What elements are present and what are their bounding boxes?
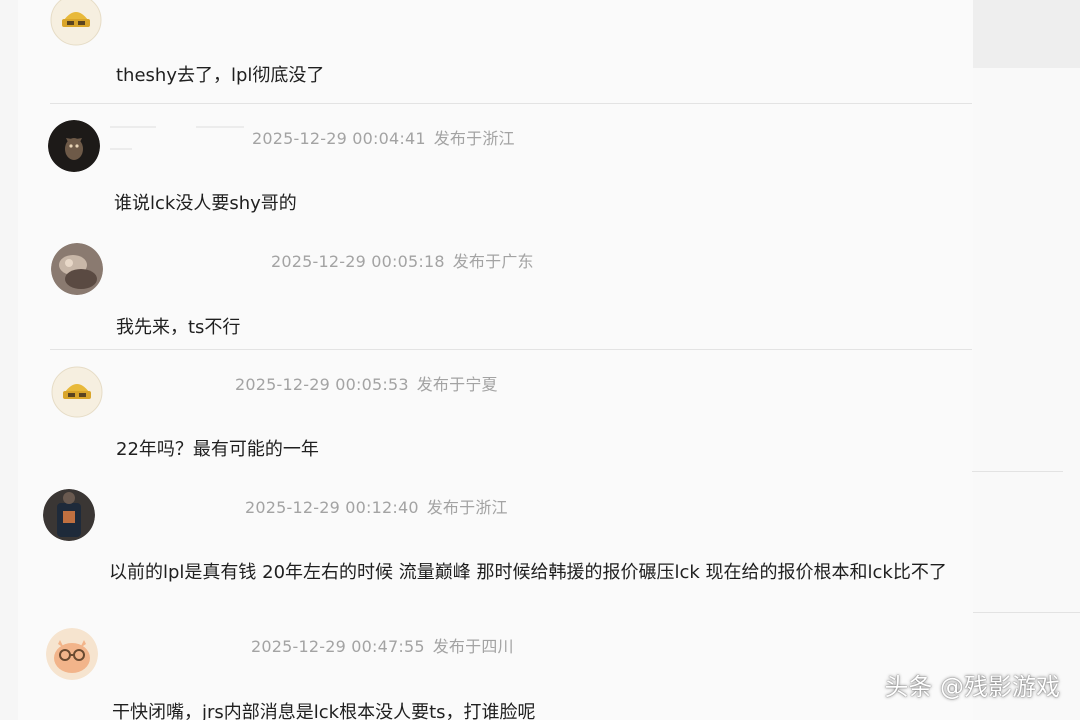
comment-location: 发布于宁夏: [416, 375, 498, 394]
comment-meta: 2025-12-29 00:05:18 发布于广东: [271, 248, 534, 272]
side-block: [973, 0, 1063, 68]
comment-time: 2025-12-29 00:12:40: [245, 498, 419, 517]
photo-avatar-icon[interactable]: [51, 243, 103, 295]
comment-panel: [18, 0, 973, 720]
comment-text: theshy去了，lpl彻底没了: [116, 65, 325, 86]
side-strip: [973, 68, 1080, 720]
comment-location: 发布于浙江: [433, 129, 515, 148]
username-placeholder: [110, 126, 156, 128]
comment-time: 2025-12-29 00:04:41: [252, 129, 426, 148]
comment-meta: 2025-12-29 00:04:41 发布于浙江: [252, 125, 515, 149]
gold-helmet-icon[interactable]: [51, 366, 103, 418]
comment-divider: [50, 349, 972, 350]
comment-location: 发布于四川: [432, 637, 514, 656]
comment-meta: 2025-12-29 00:05:53 发布于宁夏: [235, 371, 498, 395]
comment-page: theshy去了，lpl彻底没了 2025-12-29 00:04:41 发布于浙…: [0, 0, 1080, 720]
dark-cat-icon[interactable]: [48, 120, 100, 172]
username-placeholder: [110, 148, 132, 150]
comment-meta: 2025-12-29 00:47:55 发布于四川: [251, 633, 514, 657]
comment-location: 发布于广东: [452, 252, 534, 271]
comment-time: 2025-12-29 00:05:18: [271, 252, 445, 271]
comment-time: 2025-12-29 00:05:53: [235, 375, 409, 394]
comment-divider: [50, 103, 972, 104]
username-placeholder: [196, 126, 244, 128]
source-watermark: 头条 @残影游戏: [884, 673, 1060, 701]
comment-divider: [972, 471, 1063, 472]
comment-location: 发布于浙江: [426, 498, 508, 517]
comment-text: 22年吗？最有可能的一年: [116, 439, 319, 460]
comment-time: 2025-12-29 00:47:55: [251, 637, 425, 656]
cartoon-glasses-icon[interactable]: [46, 628, 98, 680]
comment-meta: 2025-12-29 00:12:40 发布于浙江: [245, 494, 508, 518]
comment-text: 我先来，ts不行: [116, 317, 241, 338]
dark-shirt-icon[interactable]: [43, 489, 95, 541]
comment-text: 干快闭嘴，jrs内部消息是lck根本没人要ts，打谁脸呢: [112, 702, 536, 720]
comment-text: 谁说lck没人要shy哥的: [114, 193, 297, 214]
comment-text: 以前的lpl是真有钱 20年左右的时候 流量巅峰 那时候给韩援的报价碾压lck …: [109, 562, 947, 583]
comment-divider: [973, 612, 1080, 613]
